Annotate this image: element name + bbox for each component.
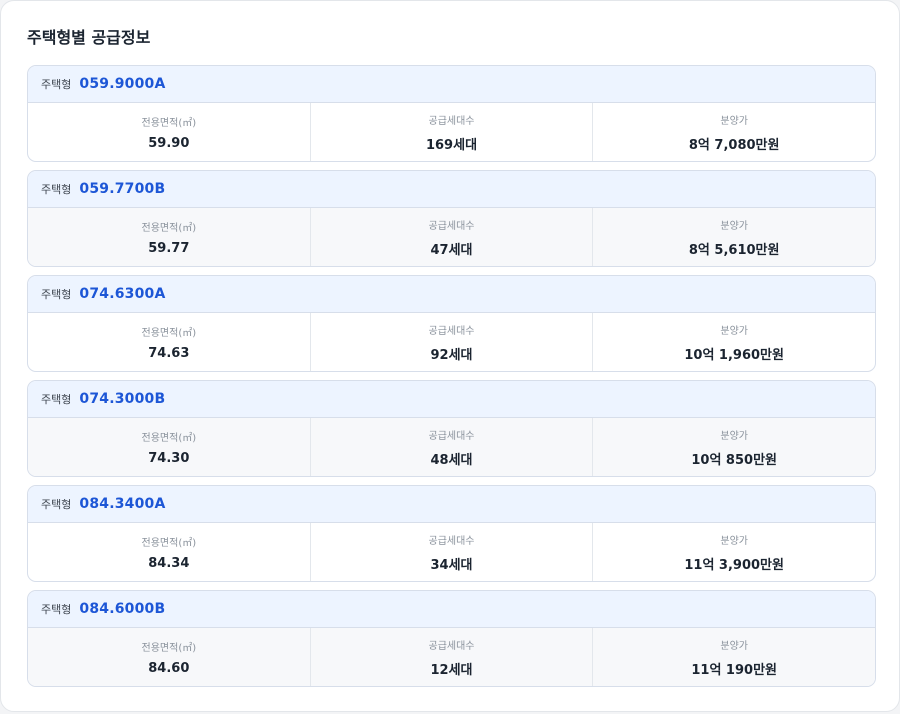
units-value: 92세대 — [430, 347, 473, 363]
price-cell: 분양가 8억 5,610만원 — [593, 208, 875, 266]
units-value: 48세대 — [430, 452, 473, 468]
price-value: 10억 850만원 — [691, 452, 777, 468]
housing-type-card: 주택형 059.9000A 전용면적(㎡) 59.90 공급세대수 169세대 … — [27, 65, 876, 162]
units-label: 공급세대수 — [428, 220, 475, 232]
card-header: 주택형 059.7700B — [28, 171, 875, 208]
type-code: 084.6000B — [79, 601, 166, 617]
units-label: 공급세대수 — [428, 535, 475, 547]
price-label: 분양가 — [720, 115, 748, 127]
area-value: 59.90 — [148, 135, 190, 151]
area-cell: 전용면적(㎡) 84.34 — [28, 523, 311, 581]
area-label: 전용면적(㎡) — [141, 327, 197, 339]
type-label: 주택형 — [41, 183, 72, 196]
price-value: 11억 3,900만원 — [684, 557, 784, 573]
price-cell: 분양가 11억 190만원 — [593, 628, 875, 686]
price-value: 10억 1,960만원 — [684, 347, 784, 363]
housing-type-card: 주택형 059.7700B 전용면적(㎡) 59.77 공급세대수 47세대 분… — [27, 170, 876, 267]
units-cell: 공급세대수 47세대 — [311, 208, 594, 266]
price-label: 분양가 — [720, 640, 748, 652]
card-body: 전용면적(㎡) 84.60 공급세대수 12세대 분양가 11억 190만원 — [28, 628, 875, 686]
area-value: 84.60 — [148, 660, 190, 676]
area-value: 74.30 — [148, 450, 190, 466]
area-cell: 전용면적(㎡) 74.63 — [28, 313, 311, 371]
units-label: 공급세대수 — [428, 640, 475, 652]
type-code: 084.3400A — [79, 496, 166, 512]
units-label: 공급세대수 — [428, 430, 475, 442]
units-label: 공급세대수 — [428, 325, 475, 337]
housing-type-card: 주택형 084.3400A 전용면적(㎡) 84.34 공급세대수 34세대 분… — [27, 485, 876, 582]
type-code: 074.3000B — [79, 391, 166, 407]
card-body: 전용면적(㎡) 74.30 공급세대수 48세대 분양가 10억 850만원 — [28, 418, 875, 476]
price-cell: 분양가 10억 850만원 — [593, 418, 875, 476]
type-code: 059.9000A — [79, 76, 166, 92]
units-cell: 공급세대수 169세대 — [311, 103, 594, 161]
housing-type-card: 주택형 074.3000B 전용면적(㎡) 74.30 공급세대수 48세대 분… — [27, 380, 876, 477]
type-label: 주택형 — [41, 603, 72, 616]
housing-type-card: 주택형 084.6000B 전용면적(㎡) 84.60 공급세대수 12세대 분… — [27, 590, 876, 687]
area-value: 74.63 — [148, 345, 190, 361]
price-label: 분양가 — [720, 535, 748, 547]
housing-type-card: 주택형 074.6300A 전용면적(㎡) 74.63 공급세대수 92세대 분… — [27, 275, 876, 372]
type-code: 074.6300A — [79, 286, 166, 302]
area-value: 84.34 — [148, 555, 190, 571]
price-value: 8억 7,080만원 — [688, 137, 780, 153]
area-label: 전용면적(㎡) — [141, 537, 197, 549]
card-header: 주택형 084.3400A — [28, 486, 875, 523]
units-cell: 공급세대수 34세대 — [311, 523, 594, 581]
area-cell: 전용면적(㎡) 84.60 — [28, 628, 311, 686]
card-header: 주택형 059.9000A — [28, 66, 875, 103]
price-label: 분양가 — [720, 430, 748, 442]
units-value: 47세대 — [430, 242, 473, 258]
card-header: 주택형 084.6000B — [28, 591, 875, 628]
type-label: 주택형 — [41, 393, 72, 406]
type-label: 주택형 — [41, 78, 72, 91]
price-cell: 분양가 11억 3,900만원 — [593, 523, 875, 581]
type-code: 059.7700B — [79, 181, 166, 197]
units-value: 34세대 — [430, 557, 473, 573]
price-cell: 분양가 10억 1,960만원 — [593, 313, 875, 371]
area-cell: 전용면적(㎡) 59.77 — [28, 208, 311, 266]
units-cell: 공급세대수 92세대 — [311, 313, 594, 371]
area-label: 전용면적(㎡) — [141, 432, 197, 444]
area-value: 59.77 — [148, 240, 190, 256]
area-cell: 전용면적(㎡) 59.90 — [28, 103, 311, 161]
supply-info-panel: 주택형별 공급정보 주택형 059.9000A 전용면적(㎡) 59.90 공급… — [0, 0, 900, 712]
area-label: 전용면적(㎡) — [141, 642, 197, 654]
area-cell: 전용면적(㎡) 74.30 — [28, 418, 311, 476]
price-value: 11억 190만원 — [691, 662, 777, 678]
units-value: 12세대 — [430, 662, 473, 678]
section-title: 주택형별 공급정보 — [27, 28, 151, 47]
area-label: 전용면적(㎡) — [141, 117, 197, 129]
card-body: 전용면적(㎡) 74.63 공급세대수 92세대 분양가 10억 1,960만원 — [28, 313, 875, 371]
price-cell: 분양가 8억 7,080만원 — [593, 103, 875, 161]
card-header: 주택형 074.3000B — [28, 381, 875, 418]
type-label: 주택형 — [41, 498, 72, 511]
price-value: 8억 5,610만원 — [688, 242, 780, 258]
units-label: 공급세대수 — [428, 115, 475, 127]
units-cell: 공급세대수 48세대 — [311, 418, 594, 476]
card-body: 전용면적(㎡) 59.77 공급세대수 47세대 분양가 8억 5,610만원 — [28, 208, 875, 266]
card-body: 전용면적(㎡) 84.34 공급세대수 34세대 분양가 11억 3,900만원 — [28, 523, 875, 581]
price-label: 분양가 — [720, 220, 748, 232]
card-header: 주택형 074.6300A — [28, 276, 875, 313]
price-label: 분양가 — [720, 325, 748, 337]
units-value: 169세대 — [425, 137, 478, 153]
units-cell: 공급세대수 12세대 — [311, 628, 594, 686]
card-body: 전용면적(㎡) 59.90 공급세대수 169세대 분양가 8억 7,080만원 — [28, 103, 875, 161]
type-label: 주택형 — [41, 288, 72, 301]
area-label: 전용면적(㎡) — [141, 222, 197, 234]
